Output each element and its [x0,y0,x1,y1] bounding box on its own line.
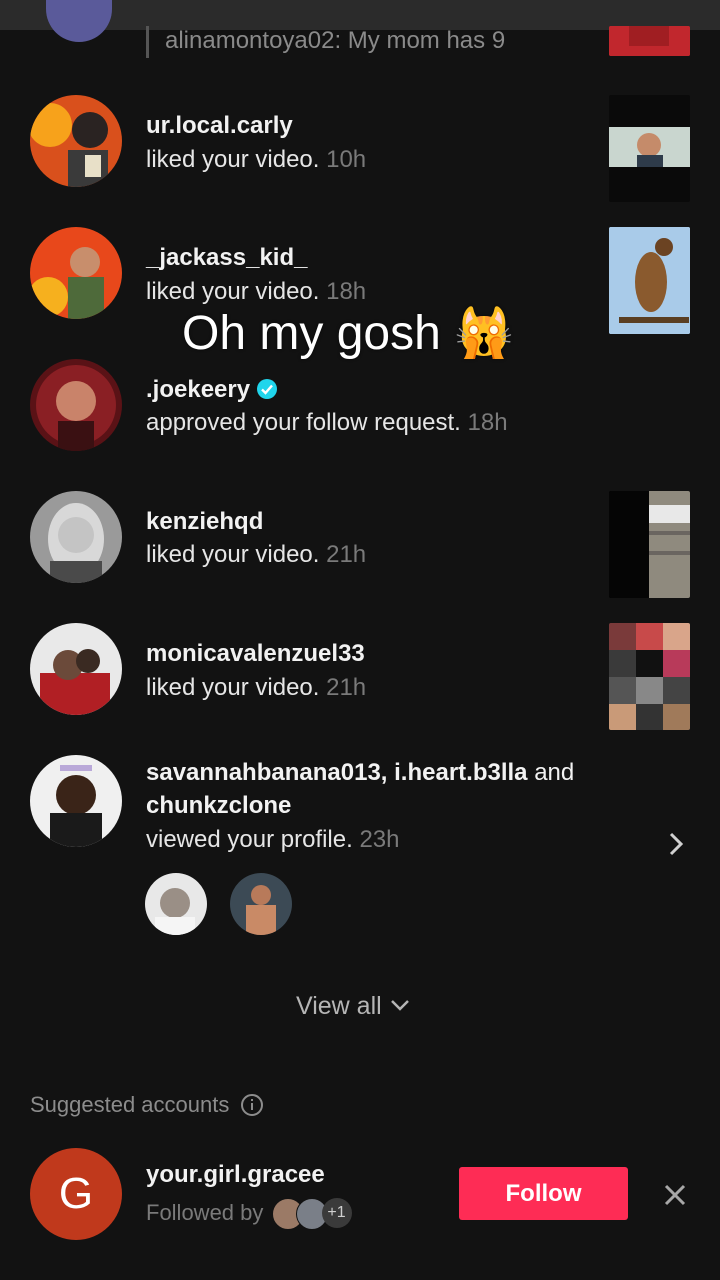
action-text: viewed your profile. [146,826,353,853]
timestamp: 23h [359,826,400,853]
action-text: liked your video. [146,278,320,305]
thumbnail-image [609,227,690,334]
view-all-label: View all [296,992,382,1020]
thumbnail-image [609,26,690,56]
mutual-count-badge: +1 [321,1198,352,1228]
notification-text: viewed your profile. 23h [146,826,399,854]
suggested-avatar[interactable]: G [30,1148,122,1240]
avatar[interactable] [30,491,122,583]
video-thumbnail[interactable] [609,491,690,598]
avatar-image [30,755,122,847]
viewer-avatar[interactable] [145,873,207,935]
chevron-down-icon [390,1000,409,1011]
thumbnail-image [609,491,690,598]
username[interactable]: chunkzclone [146,792,291,820]
thumbnail-image [609,623,690,730]
viewer-avatar[interactable] [230,873,292,935]
username[interactable]: ur.local.carly [146,112,293,140]
avatar-image [30,359,122,451]
followed-by-label: Followed by [146,1200,264,1225]
timestamp: 21h [326,674,367,701]
avatar-image [30,491,122,583]
notification-text: liked your video. 21h [146,541,366,569]
reply-quote-bar [146,26,149,58]
suggested-title: Suggested accounts [30,1092,230,1117]
avatar-image [145,873,207,935]
avatar-image [30,227,122,319]
notification-text: liked your video. 18h [146,278,366,306]
username[interactable]: savannahbanana013, i.heart.b3lla and [146,759,574,787]
chevron-right-icon[interactable] [664,830,688,863]
view-all-button[interactable]: View all [296,992,411,1021]
video-thumbnail[interactable] [609,227,690,334]
video-thumbnail[interactable] [609,623,690,730]
action-text: liked your video. [146,541,320,568]
info-icon[interactable] [240,1093,264,1117]
timestamp: 10h [326,146,367,173]
action-text: approved your follow request. [146,409,461,436]
avatar[interactable] [30,755,122,847]
username-text: .joekeery [146,376,251,403]
video-caption-overlay: Oh my gosh 🙀 [182,307,514,360]
follow-button[interactable]: Follow [459,1167,628,1220]
video-thumbnail[interactable] [609,95,690,202]
video-thumbnail[interactable] [609,26,690,56]
avatar-image [30,95,122,187]
timestamp: 21h [326,541,367,568]
username[interactable]: .joekeery [146,376,277,404]
comment-preview[interactable]: alinamontoya02: My mom has 9 [165,27,505,55]
notification-text: approved your follow request. 18h [146,409,508,437]
partial-avatar[interactable] [46,0,112,42]
username[interactable]: _jackass_kid_ [146,244,307,272]
verified-badge-icon [256,379,277,399]
timestamp: 18h [467,409,508,436]
avatar-image [230,873,292,935]
usernames-line1: savannahbanana013, i.heart.b3lla [146,759,528,786]
username[interactable]: monicavalenzuel33 [146,640,365,668]
action-text: liked your video. [146,674,320,701]
avatar-image [30,623,122,715]
dismiss-suggestion-close-icon[interactable] [663,1183,687,1212]
avatar[interactable] [30,623,122,715]
suggested-username[interactable]: your.girl.gracee [146,1161,325,1189]
followed-by: Followed by +1 [146,1198,354,1230]
and-word: and [534,759,575,786]
username[interactable]: kenziehqd [146,508,263,536]
mutual-avatars: +1 [270,1198,354,1230]
suggested-header: Suggested accounts [30,1092,264,1118]
notification-text: liked your video. 10h [146,146,366,174]
avatar[interactable] [30,95,122,187]
timestamp: 18h [326,278,367,305]
avatar[interactable] [30,359,122,451]
avatar[interactable] [30,227,122,319]
action-text: liked your video. [146,146,320,173]
thumbnail-image [609,95,690,202]
avatar-initial: G [58,1169,94,1218]
notification-text: liked your video. 21h [146,674,366,702]
